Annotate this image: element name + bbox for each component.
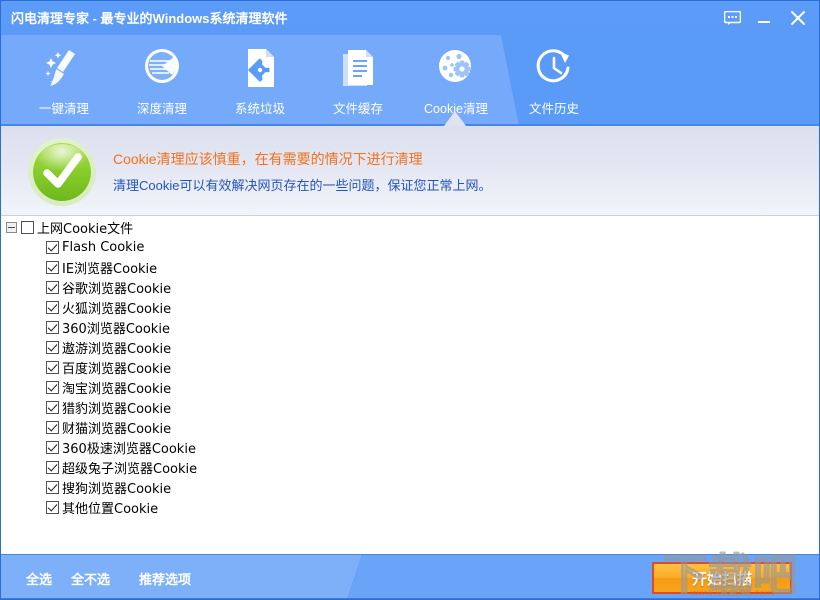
- tab-label: 深度清理: [136, 102, 187, 116]
- title-bar: 闪电清理专家 - 最专业的Windows系统清理软件: [1, 1, 819, 35]
- checkbox-item[interactable]: [46, 340, 59, 354]
- app-window: 闪电清理专家 - 最专业的Windows系统清理软件 一键清理 深度清理 系统垃…: [0, 0, 820, 600]
- tree-item-label: 谷歌浏览器Cookie: [62, 281, 172, 297]
- tab-label: 文件历史: [528, 102, 579, 116]
- green-check-circle-icon: [23, 137, 101, 207]
- minimize-icon[interactable]: [749, 5, 779, 31]
- banner-subtitle: 清理Cookie可以有效解决网页存在的一些问题，保证您正常上网。: [113, 178, 492, 193]
- tree-item-label: 猎豹浏览器Cookie: [62, 401, 172, 417]
- checkbox-item[interactable]: [46, 380, 59, 394]
- checkbox-item[interactable]: [46, 280, 59, 294]
- tree-item-label: Flash Cookie: [62, 239, 145, 255]
- tab-label: 系统垃圾: [234, 102, 285, 116]
- tree-item[interactable]: 财猫浏览器Cookie: [1, 417, 819, 437]
- checkbox-item[interactable]: [46, 300, 59, 314]
- tab-file-history[interactable]: 文件历史: [505, 35, 603, 126]
- tree-item[interactable]: 360浏览器Cookie: [1, 317, 819, 337]
- tab-label: 一键清理: [38, 102, 89, 116]
- tree-item-label: 百度浏览器Cookie: [62, 361, 172, 377]
- checkbox-item[interactable]: [46, 420, 59, 434]
- tree-item[interactable]: 淘宝浏览器Cookie: [1, 377, 819, 397]
- tree-item-label: 其他位置Cookie: [62, 501, 159, 517]
- tree-item[interactable]: 搜狗浏览器Cookie: [1, 477, 819, 497]
- tree-item-label: 火狐浏览器Cookie: [62, 301, 172, 317]
- checkbox-item[interactable]: [46, 440, 59, 454]
- nav-divider: [1, 124, 819, 126]
- feedback-icon[interactable]: [717, 5, 747, 31]
- tree-item[interactable]: 其他位置Cookie: [1, 497, 819, 517]
- tab-file-cache[interactable]: 文件缓存: [309, 35, 407, 126]
- tree-item[interactable]: 遨游浏览器Cookie: [1, 337, 819, 357]
- tree-item[interactable]: Flash Cookie: [1, 237, 819, 257]
- active-tab-pointer: [444, 111, 466, 126]
- cookie-gear-icon: [432, 40, 480, 96]
- tree-item[interactable]: 超级兔子浏览器Cookie: [1, 457, 819, 477]
- tree-item-label: 淘宝浏览器Cookie: [62, 381, 172, 397]
- close-icon[interactable]: [783, 5, 813, 31]
- checkbox-item[interactable]: [46, 320, 59, 334]
- checkbox-item[interactable]: [46, 360, 59, 374]
- checkbox-item[interactable]: [46, 400, 59, 414]
- checkbox-root[interactable]: [21, 220, 34, 234]
- tree-item-label: 财猫浏览器Cookie: [62, 421, 172, 437]
- tab-one-click-clean[interactable]: 一键清理: [15, 35, 113, 126]
- clock-refresh-icon: [530, 40, 578, 96]
- tree-item[interactable]: 360极速浏览器Cookie: [1, 437, 819, 457]
- tree-item-label: 遨游浏览器Cookie: [62, 341, 172, 357]
- checkbox-item[interactable]: [46, 480, 59, 494]
- navigation-bar: 一键清理 深度清理 系统垃圾 文件缓存 Cookie清理 文件历史: [1, 35, 819, 126]
- tree-root-label: 上网Cookie文件: [37, 221, 134, 237]
- tree-item-label: 360极速浏览器Cookie: [62, 441, 196, 457]
- checkbox-item[interactable]: [46, 260, 59, 274]
- tree-root-node[interactable]: 上网Cookie文件: [1, 217, 819, 237]
- tree-item[interactable]: 火狐浏览器Cookie: [1, 297, 819, 317]
- tree-item-label: 搜狗浏览器Cookie: [62, 481, 172, 497]
- tree-item[interactable]: 谷歌浏览器Cookie: [1, 277, 819, 297]
- tree-item-label: 360浏览器Cookie: [62, 321, 170, 337]
- checkbox-item[interactable]: [46, 240, 59, 254]
- status-banner: Cookie清理应该慎重，在有需要的情况下进行清理 清理Cookie可以有效解决…: [1, 126, 819, 216]
- tab-strip: 一键清理 深度清理 系统垃圾 文件缓存 Cookie清理 文件历史: [1, 35, 819, 126]
- disc-icon: [138, 40, 186, 96]
- select-all-link[interactable]: 全选: [26, 569, 52, 588]
- documents-icon: [334, 40, 382, 96]
- document-gear-icon: [236, 40, 284, 96]
- tree-item[interactable]: IE浏览器Cookie: [1, 257, 819, 277]
- recommended-options-link[interactable]: 推荐选项: [139, 569, 191, 588]
- broom-icon: [40, 40, 88, 96]
- checkbox-item[interactable]: [46, 460, 59, 474]
- cookie-list[interactable]: 上网Cookie文件 Flash Cookie IE浏览器Cookie 谷歌浏览器C…: [1, 217, 819, 554]
- select-none-link[interactable]: 全不选: [71, 569, 110, 588]
- tree-item-label: 超级兔子浏览器Cookie: [62, 461, 198, 477]
- tab-label: 文件缓存: [332, 102, 383, 116]
- tab-deep-clean[interactable]: 深度清理: [113, 35, 211, 126]
- window-title: 闪电清理专家 - 最专业的Windows系统清理软件: [11, 11, 288, 26]
- start-scan-button[interactable]: 开始扫描: [652, 562, 792, 594]
- start-scan-label: 开始扫描: [691, 570, 752, 588]
- banner-title: Cookie清理应该慎重，在有需要的情况下进行清理: [113, 151, 423, 167]
- footer-bottom-line: [1, 598, 819, 599]
- checkbox-item[interactable]: [46, 500, 59, 514]
- tab-system-junk[interactable]: 系统垃圾: [211, 35, 309, 126]
- collapse-toggle-icon[interactable]: [6, 221, 17, 233]
- footer-bar: 全选 全不选 推荐选项 开始扫描: [1, 554, 819, 599]
- tree-item[interactable]: 百度浏览器Cookie: [1, 357, 819, 377]
- tree-item[interactable]: 猎豹浏览器Cookie: [1, 397, 819, 417]
- tree-children: Flash Cookie IE浏览器Cookie 谷歌浏览器Cookie 火狐浏览器C…: [1, 237, 819, 517]
- tree-item-label: IE浏览器Cookie: [62, 261, 158, 277]
